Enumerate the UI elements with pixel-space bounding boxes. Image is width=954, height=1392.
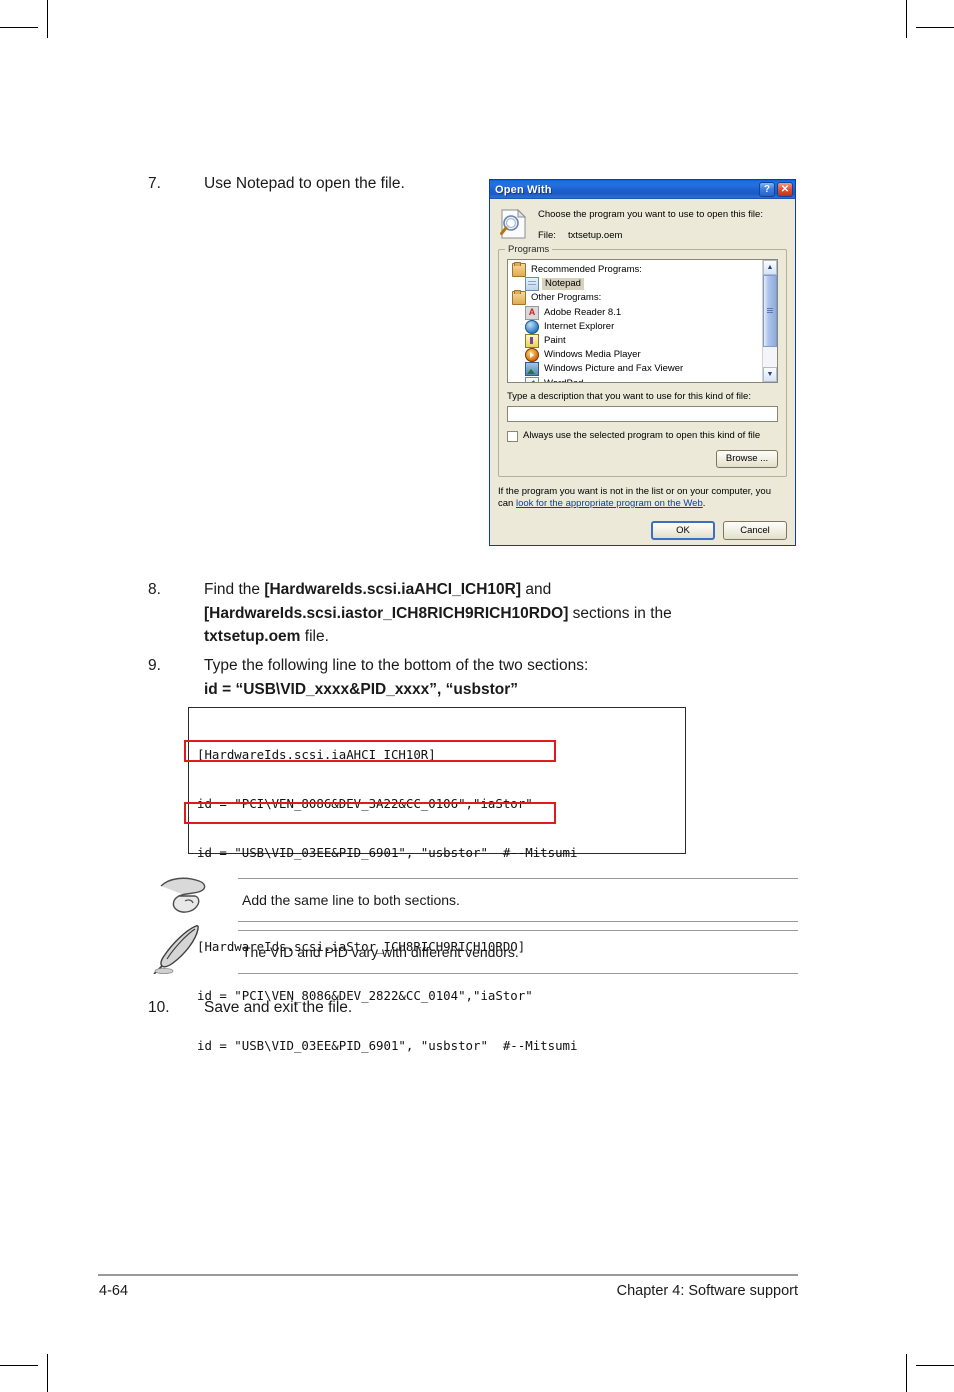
program-list-item-label: Other Programs: (531, 292, 602, 304)
open-with-dialog: Open With ? ✕ Choose the program you wan… (489, 179, 796, 546)
step-10: 10. Save and exit the file. (148, 996, 568, 1020)
program-list-item[interactable]: Windows Picture and Fax Viewer (512, 362, 762, 377)
step-8-part3: sections in the (568, 604, 672, 622)
browse-row: Browse ... (507, 450, 778, 468)
always-use-checkbox[interactable] (507, 430, 518, 442)
step-9-number: 9. (148, 657, 161, 674)
step-9: 9. Type the following line to the bottom… (148, 654, 768, 701)
manual-page: 7. Use Notepad to open the file. Open Wi… (0, 0, 954, 1392)
programs-listbox[interactable]: Recommended Programs: Notepad Other Progra… (507, 259, 778, 383)
step-10-number: 10. (148, 999, 170, 1016)
programs-group: Programs Recommended Programs: Notepad Oth… (498, 244, 787, 477)
step-8: 8. Find the [HardwareIds.scsi.iaAHCI_ICH… (148, 578, 768, 649)
folder-icon (512, 262, 526, 278)
footnote-end: . (702, 498, 706, 509)
note-box-1: Add the same line to both sections. (238, 878, 798, 922)
program-list-item-label: Adobe Reader 8.1 (544, 306, 622, 318)
program-list-item[interactable]: Adobe Reader 8.1 (512, 305, 762, 320)
step-9-code-line: id = “USB\VID_xxxx&PID_xxxx”, “usbstor” (204, 680, 518, 698)
note-1-text: Add the same line to both sections. (242, 892, 460, 908)
note-box-2: The VID and PID vary with different vend… (238, 930, 798, 974)
code-line-3: id = "USB\VID_03EE&PID_6901", "usbstor" … (197, 845, 578, 861)
wordpad-icon (525, 376, 539, 382)
cancel-button[interactable]: Cancel (723, 521, 787, 540)
adobe-reader-icon (525, 305, 539, 320)
step-10-text: Save and exit the file. (204, 999, 353, 1016)
dialog-prompt: Choose the program you want to use to op… (538, 209, 763, 220)
file-label: File: (538, 230, 556, 241)
programs-scrollbar[interactable]: ▲ ▼ (762, 260, 777, 382)
code-highlight-box-2 (184, 802, 556, 824)
footer-page-number: 4-64 (99, 1283, 129, 1299)
step-8-part2: and (521, 581, 552, 598)
help-button[interactable]: ? (759, 182, 775, 197)
document-magnifier-icon (499, 208, 529, 240)
step-8-text: Find the [HardwareIds.scsi.iaAHCI_ICH10R… (204, 578, 768, 649)
scroll-up-icon[interactable]: ▲ (763, 260, 777, 275)
step-9-text: Type the following line to the bottom of… (204, 654, 768, 701)
code-line-6: id = "USB\VID_03EE&PID_6901", "usbstor" … (197, 1037, 578, 1053)
step-8-part4: file. (300, 628, 329, 645)
footer-chapter-label: Chapter 4: Software support (616, 1283, 798, 1299)
notepad-icon (525, 277, 539, 292)
scrollbar-track[interactable] (763, 275, 777, 367)
program-list-item[interactable]: Internet Explorer (512, 319, 762, 334)
program-list-item-label: Paint (544, 335, 566, 347)
always-use-row[interactable]: Always use the selected program to open … (507, 430, 778, 442)
programs-list[interactable]: Recommended Programs: Notepad Other Progra… (508, 260, 762, 382)
step-8-filename: txtsetup.oem (204, 628, 301, 645)
windows-media-player-icon (525, 348, 539, 363)
program-list-item[interactable]: Other Programs: (512, 290, 762, 306)
program-list-item-label: Windows Picture and Fax Viewer (544, 363, 684, 375)
programs-group-legend: Programs (505, 244, 553, 256)
paint-icon (525, 334, 539, 349)
pointing-hand-icon (155, 872, 217, 924)
ok-button[interactable]: OK (651, 521, 715, 540)
file-name: txtsetup.oem (568, 230, 623, 241)
dialog-file-row: File: txtsetup.oem (538, 230, 763, 242)
always-use-label: Always use the selected program to open … (523, 430, 761, 441)
folder-icon (512, 290, 526, 306)
step-8-part1: Find the (204, 581, 265, 598)
dialog-body: Choose the program you want to use to op… (490, 199, 795, 546)
dialog-title: Open With (495, 183, 552, 196)
dialog-footnote: If the program you want is not in the li… (498, 486, 787, 510)
program-list-item-label: Recommended Programs: (531, 264, 642, 276)
description-label: Type a description that you want to use … (507, 391, 751, 402)
program-list-item-label: Notepad (542, 278, 584, 291)
description-input[interactable] (507, 406, 778, 422)
note-2-text: The VID and PID vary with different vend… (242, 944, 519, 960)
program-list-item[interactable]: Recommended Programs: (512, 262, 762, 278)
dialog-action-row: OK Cancel (498, 521, 787, 540)
scrollbar-thumb[interactable] (763, 275, 777, 347)
step-8-section-2: [HardwareIds.scsi.iastor_ICH8RICH9RICH10… (204, 604, 569, 622)
step-8-number: 8. (148, 581, 161, 598)
dialog-header-text: Choose the program you want to use to op… (538, 207, 763, 242)
dialog-titlebar: Open With ? ✕ (490, 180, 795, 199)
step-7-number: 7. (148, 175, 161, 192)
scrollbar-grip-icon (767, 308, 773, 314)
step-9-line1: Type the following line to the bottom of… (204, 657, 589, 674)
close-icon[interactable]: ✕ (777, 182, 793, 197)
browse-button[interactable]: Browse ... (716, 450, 778, 468)
dialog-header-row: Choose the program you want to use to op… (498, 207, 787, 242)
code-highlight-box-1 (184, 740, 556, 762)
program-list-item-label: WordPad (544, 378, 583, 382)
footer-divider (98, 1274, 798, 1276)
program-list-item-label: Windows Media Player (544, 349, 641, 361)
program-list-item[interactable]: Notepad (512, 277, 762, 292)
picture-fax-viewer-icon (525, 362, 539, 377)
program-list-item[interactable]: WordPad (512, 376, 762, 382)
quill-pen-icon (152, 922, 214, 975)
program-list-item[interactable]: Windows Media Player (512, 348, 762, 363)
program-list-item-label: Internet Explorer (544, 320, 615, 332)
program-list-item[interactable]: Paint (512, 334, 762, 349)
scroll-down-icon[interactable]: ▼ (763, 367, 777, 382)
txtsetup-code-block: [HardwareIds.scsi.iaAHCI_ICH10R] id = "P… (188, 707, 686, 1053)
step-8-section-1: [HardwareIds.scsi.iaAHCI_ICH10R] (264, 581, 522, 598)
internet-explorer-icon (525, 319, 539, 334)
step-7-text: Use Notepad to open the file. (204, 175, 405, 192)
web-search-link[interactable]: look for the appropriate program on the … (516, 498, 703, 509)
step-7: 7. Use Notepad to open the file. (148, 172, 478, 196)
